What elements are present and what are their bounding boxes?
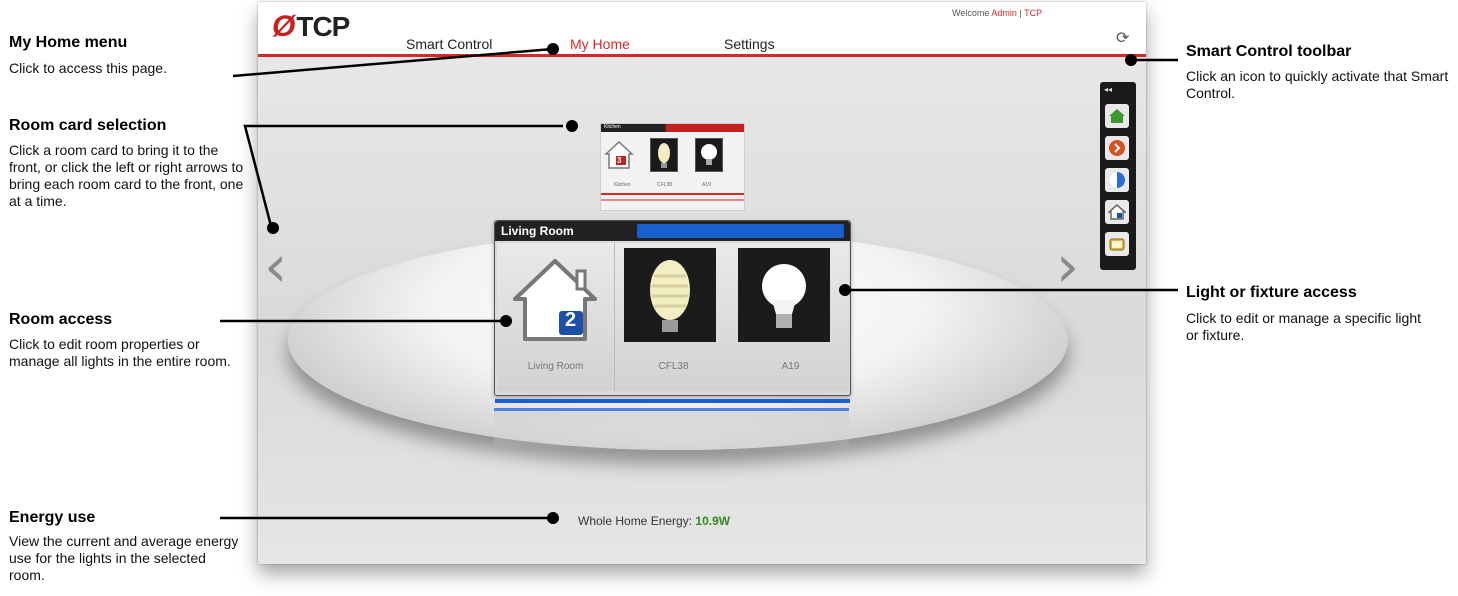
leader-dot (500, 315, 512, 327)
leader-dot (547, 43, 559, 55)
leader-dot (267, 222, 279, 234)
leader-dot (839, 284, 851, 296)
leader-dot (1125, 54, 1137, 66)
leader-dot (547, 512, 559, 524)
leader-lines (220, 43, 1178, 524)
leader-dot (566, 120, 578, 132)
